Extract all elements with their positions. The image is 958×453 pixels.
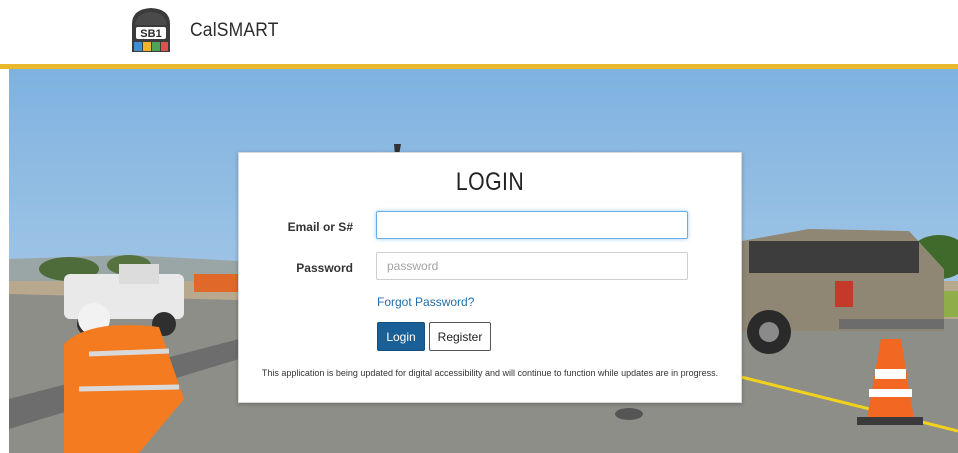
email-input[interactable]: [376, 211, 688, 239]
login-button[interactable]: Login: [377, 322, 425, 351]
logo-text: SB1: [140, 28, 161, 40]
accessibility-notice: This application is being updated for di…: [261, 368, 719, 378]
brand-name[interactable]: CalSMART: [190, 20, 279, 42]
page: SB1 CalSMART LOGIN Email or S# Password …: [0, 0, 958, 453]
password-input[interactable]: [376, 252, 688, 280]
email-label: Email or S#: [287, 220, 353, 234]
login-panel: LOGIN Email or S# Password Forgot Passwo…: [238, 152, 742, 403]
forgot-password-link[interactable]: Forgot Password?: [377, 295, 474, 309]
sb1-logo[interactable]: SB1: [128, 6, 174, 54]
password-label: Password: [296, 261, 353, 275]
register-button[interactable]: Register: [429, 322, 491, 351]
login-title: LOGIN: [455, 168, 525, 196]
site-header: SB1 CalSMART: [0, 0, 958, 69]
